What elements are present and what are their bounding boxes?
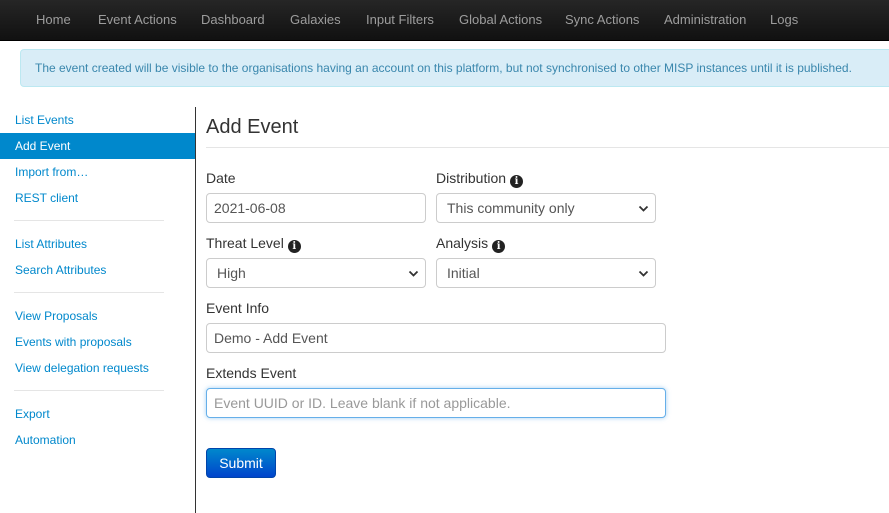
nav-global-actions[interactable]: Global Actions bbox=[459, 12, 542, 28]
sidebar-item-search-attributes[interactable]: Search Attributes bbox=[0, 257, 195, 283]
nav-administration[interactable]: Administration bbox=[664, 12, 746, 28]
alert-text: The event created will be visible to the… bbox=[35, 61, 852, 75]
submit-button[interactable]: Submit bbox=[206, 448, 276, 478]
sidebar-item-view-proposals[interactable]: View Proposals bbox=[0, 303, 195, 329]
sidebar: List Events Add Event Import from… REST … bbox=[0, 107, 196, 513]
info-circle-icon[interactable]: i bbox=[510, 175, 524, 188]
sidebar-divider bbox=[14, 292, 164, 293]
extends-event-label: Extends Event bbox=[206, 365, 297, 381]
page-title: Add Event bbox=[206, 116, 299, 138]
distribution-label: Distribution bbox=[436, 170, 507, 186]
nav-logs[interactable]: Logs bbox=[770, 12, 798, 28]
title-divider bbox=[206, 147, 889, 148]
chevron-down-icon bbox=[408, 270, 419, 277]
sidebar-divider bbox=[14, 220, 164, 221]
event-info-label: Event Info bbox=[206, 300, 270, 316]
nav-input-filters[interactable]: Input Filters bbox=[366, 12, 434, 28]
distribution-label-row: Distribution i bbox=[436, 170, 524, 188]
sidebar-item-view-delegation-requests[interactable]: View delegation requests bbox=[0, 355, 195, 381]
event-info-input[interactable] bbox=[206, 323, 666, 353]
extends-event-input[interactable] bbox=[206, 388, 666, 418]
sidebar-item-add-event[interactable]: Add Event bbox=[0, 133, 195, 159]
top-navbar: Home Event Actions Dashboard Galaxies In… bbox=[0, 0, 889, 41]
nav-sync-actions[interactable]: Sync Actions bbox=[565, 12, 639, 28]
threat-level-select[interactable]: High bbox=[206, 258, 426, 288]
analysis-label-row: Analysis i bbox=[436, 235, 506, 253]
chevron-down-icon bbox=[638, 205, 649, 212]
sidebar-item-export[interactable]: Export bbox=[0, 401, 195, 427]
date-input[interactable] bbox=[206, 193, 426, 223]
analysis-select[interactable]: Initial bbox=[436, 258, 656, 288]
analysis-value: Initial bbox=[447, 265, 480, 281]
sidebar-item-list-events[interactable]: List Events bbox=[0, 107, 195, 133]
info-circle-icon[interactable]: i bbox=[492, 240, 506, 253]
distribution-value: This community only bbox=[447, 200, 575, 216]
chevron-down-icon bbox=[638, 270, 649, 277]
threat-level-value: High bbox=[217, 265, 246, 281]
nav-dashboard[interactable]: Dashboard bbox=[201, 12, 265, 28]
sidebar-item-list-attributes[interactable]: List Attributes bbox=[0, 231, 195, 257]
nav-event-actions[interactable]: Event Actions bbox=[98, 12, 177, 28]
info-alert: The event created will be visible to the… bbox=[20, 49, 889, 87]
date-label: Date bbox=[206, 170, 236, 186]
sidebar-item-import-from[interactable]: Import from… bbox=[0, 159, 195, 185]
threat-level-label-row: Threat Level i bbox=[206, 235, 301, 253]
threat-level-label: Threat Level bbox=[206, 235, 284, 251]
distribution-select[interactable]: This community only bbox=[436, 193, 656, 223]
nav-home[interactable]: Home bbox=[36, 12, 71, 28]
sidebar-item-rest-client[interactable]: REST client bbox=[0, 185, 195, 211]
sidebar-item-automation[interactable]: Automation bbox=[0, 427, 195, 453]
analysis-label: Analysis bbox=[436, 235, 489, 251]
nav-galaxies[interactable]: Galaxies bbox=[290, 12, 341, 28]
sidebar-divider bbox=[14, 390, 164, 391]
sidebar-item-events-with-proposals[interactable]: Events with proposals bbox=[0, 329, 195, 355]
info-circle-icon[interactable]: i bbox=[287, 240, 301, 253]
